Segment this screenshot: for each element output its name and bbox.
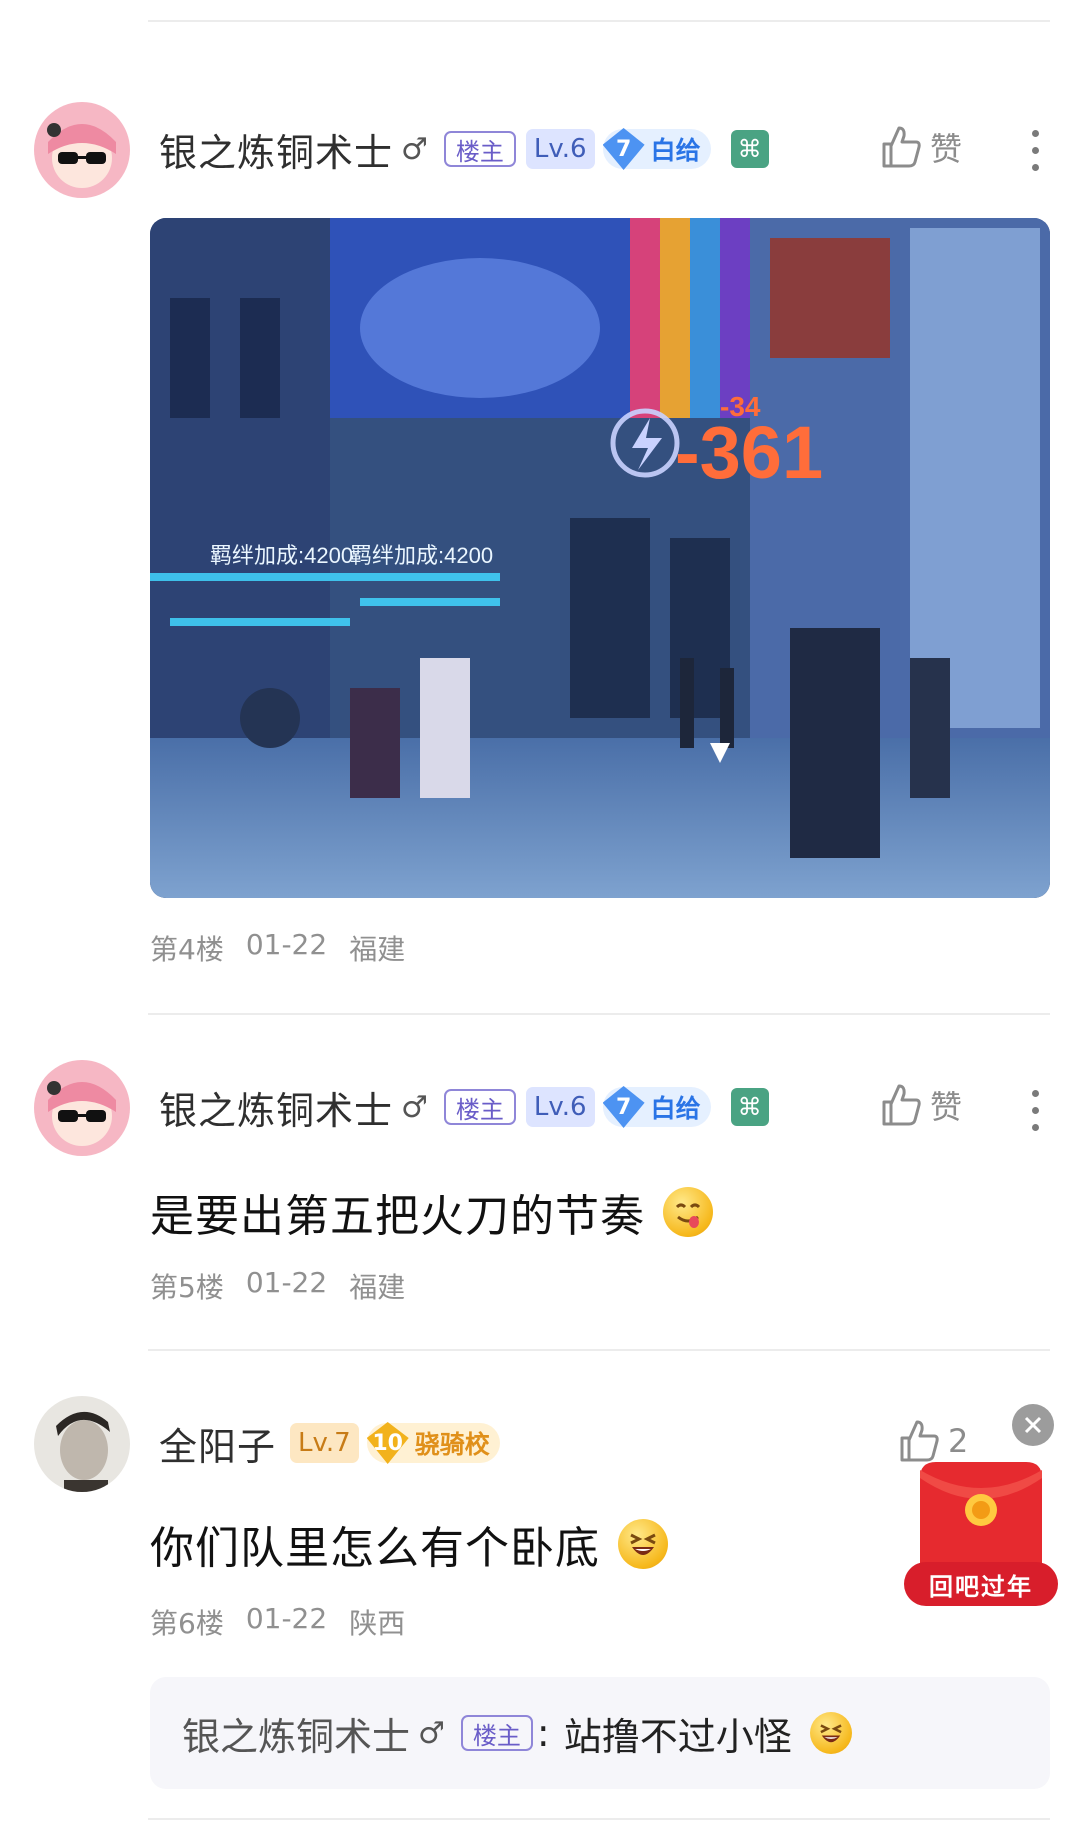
title-name: 骁骑校 <box>414 1430 490 1459</box>
thumbs-up-icon <box>882 126 921 168</box>
reply-text: 站撸不过小怪 <box>563 1714 792 1759</box>
post-location: 陕西 <box>349 1607 406 1640</box>
diamond-icon: 10 <box>366 1422 409 1464</box>
like-button[interactable]: 赞 <box>880 1082 962 1128</box>
user-info-row: 全阳子 Lv.7 10 骁骑校 <box>159 1416 520 1471</box>
like-label: 赞 <box>930 1088 963 1126</box>
user-info-row: 银之炼铜术士 ♂ 楼主 Lv.6 7 白给 ⌘ <box>159 122 769 177</box>
member-badge-icon: ⌘ <box>730 1088 769 1126</box>
hud-bonus-right: 羁绊加成:4200 <box>350 543 493 568</box>
damage-number-small: -34 <box>720 391 761 422</box>
like-label: 赞 <box>930 130 963 168</box>
diamond-icon: 7 <box>602 1086 645 1128</box>
username[interactable]: 银之炼铜术士 <box>159 1080 393 1135</box>
more-vertical-icon[interactable] <box>1032 1090 1040 1131</box>
floor-number: 第5楼 <box>150 1271 224 1304</box>
post-image[interactable]: 羁绊加成:4200 羁绊加成:4200 -361 -34 <box>150 218 1050 898</box>
floor-number: 第6楼 <box>150 1607 224 1640</box>
post-content: 是要出第五把火刀的节奏 <box>150 1180 713 1244</box>
post-meta: 第4楼 01-22 福建 <box>150 928 405 968</box>
post-text: 是要出第五把火刀的节奏 <box>150 1191 645 1242</box>
reply-colon: : <box>536 1711 550 1755</box>
thread-owner-badge: 楼主 <box>443 131 516 167</box>
reply-preview[interactable]: 银之炼铜术士 ♂ 楼主 : 站撸不过小怪 <box>150 1677 1050 1789</box>
red-packet-label: 回吧过年 <box>929 1572 1033 1601</box>
post-divider <box>148 1349 1050 1351</box>
post-location: 福建 <box>349 1271 406 1304</box>
top-divider <box>148 20 1050 22</box>
post-divider <box>148 1013 1050 1015</box>
avatar[interactable] <box>34 102 130 198</box>
reply-username[interactable]: 银之炼铜术士 <box>182 1706 410 1761</box>
emoji-laugh-icon <box>809 1712 852 1754</box>
level-badge: Lv.7 <box>290 1423 359 1463</box>
title-name: 白给 <box>650 1094 701 1123</box>
red-packet-widget[interactable]: 回吧过年 <box>896 1450 1066 1610</box>
male-icon: ♂ <box>401 131 428 167</box>
post-content: 你们队里怎么有个卧底 <box>150 1512 668 1576</box>
title-name: 白给 <box>650 136 701 165</box>
thumbs-up-icon <box>882 1084 921 1126</box>
username[interactable]: 全阳子 <box>159 1416 276 1471</box>
like-button[interactable]: 赞 <box>880 124 962 170</box>
title-badge: 7 白给 <box>602 128 711 170</box>
male-icon: ♂ <box>401 1089 428 1125</box>
post-meta: 第5楼 01-22 福建 <box>150 1266 405 1306</box>
post-meta: 第6楼 01-22 陕西 <box>150 1602 405 1642</box>
emoji-laugh-icon <box>618 1519 668 1569</box>
floor-number: 第4楼 <box>150 933 224 966</box>
close-icon[interactable] <box>1012 1404 1054 1446</box>
title-badge: 10 骁骑校 <box>366 1422 500 1464</box>
emoji-tongue-icon <box>663 1187 713 1237</box>
post-divider <box>148 1818 1050 1820</box>
member-badge-icon: ⌘ <box>730 130 769 168</box>
post-date: 01-22 <box>245 1266 328 1299</box>
level-badge: Lv.6 <box>525 1087 595 1127</box>
avatar[interactable] <box>34 1060 130 1156</box>
thread-owner-badge: 楼主 <box>460 1715 533 1751</box>
username[interactable]: 银之炼铜术士 <box>159 122 393 177</box>
user-info-row: 银之炼铜术士 ♂ 楼主 Lv.6 7 白给 ⌘ <box>159 1080 769 1135</box>
level-badge: Lv.6 <box>525 129 595 169</box>
male-icon: ♂ <box>418 1715 445 1751</box>
post-location: 福建 <box>349 933 406 966</box>
more-vertical-icon[interactable] <box>1032 130 1040 171</box>
post-date: 01-22 <box>245 928 328 961</box>
hud-bonus-left: 羁绊加成:4200 <box>210 543 353 568</box>
post-date: 01-22 <box>245 1602 328 1635</box>
avatar[interactable] <box>34 1396 130 1492</box>
title-badge: 7 白给 <box>602 1086 711 1128</box>
damage-number: -361 <box>675 411 823 494</box>
post-text: 你们队里怎么有个卧底 <box>150 1523 600 1574</box>
diamond-icon: 7 <box>602 128 645 170</box>
thread-owner-badge: 楼主 <box>443 1089 516 1125</box>
